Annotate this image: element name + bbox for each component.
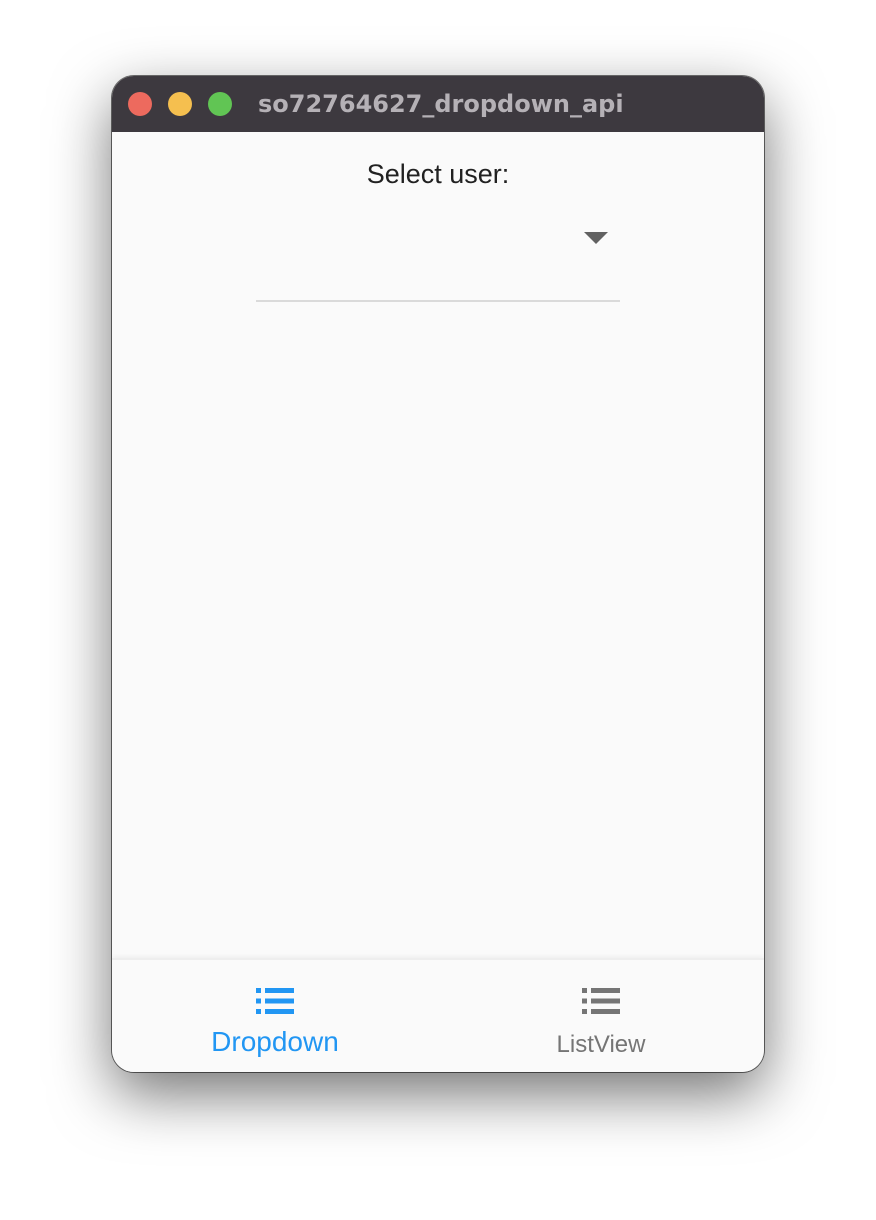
list-icon	[582, 988, 620, 1014]
list-icon	[256, 988, 294, 1014]
close-window-button[interactable]	[128, 92, 152, 116]
title-bar[interactable]: so72764627_dropdown_api	[112, 76, 764, 132]
main-content: Select user:	[112, 132, 764, 958]
app-window: so72764627_dropdown_api Select user: Dro…	[112, 76, 764, 1072]
maximize-window-button[interactable]	[208, 92, 232, 116]
select-user-label: Select user:	[366, 159, 510, 189]
bottom-navigation-bar: Dropdown ListView	[112, 958, 764, 1072]
nav-label-dropdown: Dropdown	[211, 1026, 339, 1057]
nav-item-listview[interactable]: ListView	[438, 960, 764, 1072]
nav-item-dropdown[interactable]: Dropdown	[112, 960, 438, 1072]
nav-label-listview: ListView	[556, 1031, 646, 1058]
minimize-window-button[interactable]	[168, 92, 192, 116]
window-title: so72764627_dropdown_api	[258, 90, 624, 118]
dropdown-arrow-icon	[584, 232, 608, 244]
user-dropdown[interactable]	[256, 212, 620, 302]
